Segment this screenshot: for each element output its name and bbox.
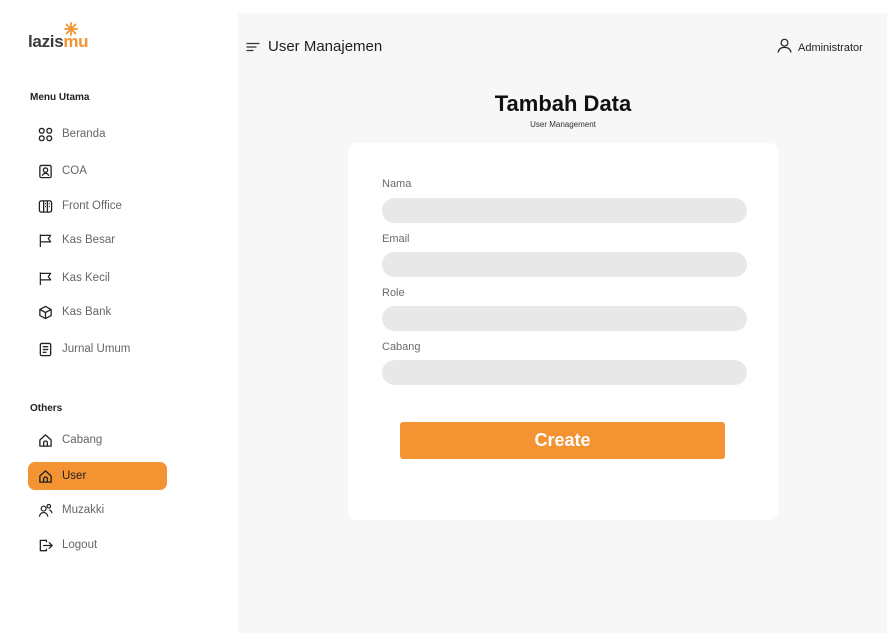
user-icon[interactable] <box>777 38 792 53</box>
hamburger-menu-icon[interactable] <box>246 40 260 54</box>
sidebar: lazismu Menu Utama Beranda COA Front Off… <box>0 0 238 633</box>
role-input[interactable] <box>382 306 747 331</box>
sidebar-item-label: Logout <box>62 539 98 551</box>
create-button[interactable]: Create <box>400 422 725 459</box>
sidebar-item-label: Front Office <box>62 200 122 212</box>
sidebar-item-label: Kas Kecil <box>62 272 110 284</box>
nama-label: Nama <box>382 178 412 190</box>
sidebar-item-label: Kas Bank <box>62 306 112 318</box>
sidebar-item-muzakki[interactable]: Muzakki <box>28 496 167 524</box>
sidebar-item-cabang[interactable]: Cabang <box>28 426 167 454</box>
sidebar-item-front-office[interactable]: Front Office <box>28 192 167 220</box>
sidebar-item-coa[interactable]: COA <box>28 157 167 185</box>
sidebar-item-kas-kecil[interactable]: Kas Kecil <box>28 264 167 292</box>
document-icon <box>38 342 53 357</box>
sidebar-item-label: Jurnal Umum <box>62 343 131 355</box>
sidebar-item-label: Kas Besar <box>62 234 116 246</box>
home-icon <box>38 469 53 484</box>
form-heading: Tambah Data <box>494 91 632 116</box>
flag-icon <box>38 271 53 286</box>
sidebar-item-kas-bank[interactable]: Kas Bank <box>28 298 167 326</box>
cabang-label: Cabang <box>382 341 421 353</box>
flag-icon <box>38 233 53 248</box>
grid-icon <box>38 127 53 142</box>
logo-text-lazis: lazis <box>28 32 64 51</box>
email-label: Email <box>382 233 410 245</box>
sidebar-item-user[interactable]: User <box>28 462 167 490</box>
user-name[interactable]: Administrator <box>798 42 863 54</box>
form-subheading: User Management <box>530 120 596 129</box>
nama-input[interactable] <box>382 198 747 223</box>
sidebar-item-label: Cabang <box>62 434 103 446</box>
cabang-input[interactable] <box>382 360 747 385</box>
sidebar-item-kas-besar[interactable]: Kas Besar <box>28 226 167 254</box>
email-input[interactable] <box>382 252 747 277</box>
section-title-others: Others <box>30 403 63 414</box>
page-title: User Manajemen <box>268 38 383 55</box>
sidebar-item-label: User <box>62 470 87 482</box>
users-icon <box>38 503 53 518</box>
sidebar-item-beranda[interactable]: Beranda <box>28 120 167 148</box>
sidebar-item-label: Muzakki <box>62 504 105 516</box>
sidebar-item-label: COA <box>62 165 87 177</box>
sidebar-item-logout[interactable]: Logout <box>28 531 167 559</box>
cube-icon <box>38 305 53 320</box>
contact-card-icon <box>38 164 53 179</box>
logo: lazismu <box>28 22 98 58</box>
logo-text-mu: mu <box>63 32 89 51</box>
home-icon <box>38 433 53 448</box>
sidebar-item-label: Beranda <box>62 128 106 140</box>
logout-icon <box>38 538 53 553</box>
building-icon <box>38 199 53 214</box>
sidebar-item-jurnal-umum[interactable]: Jurnal Umum <box>28 335 167 363</box>
role-label: Role <box>382 287 405 299</box>
logo-wordmark: lazismu <box>28 32 89 52</box>
section-title-menu-utama: Menu Utama <box>30 92 90 103</box>
